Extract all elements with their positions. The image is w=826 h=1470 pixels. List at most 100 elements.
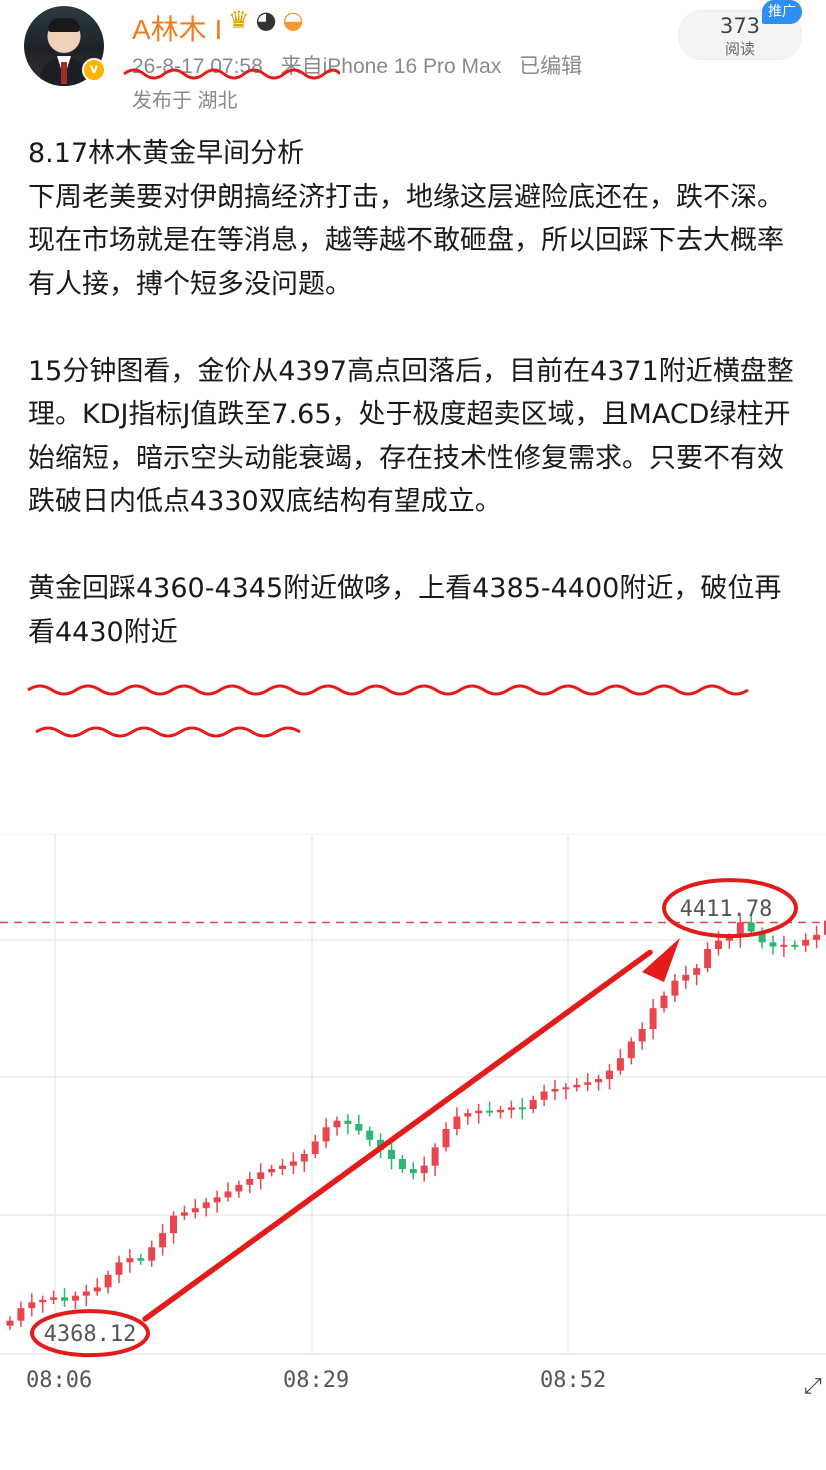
candle-body	[366, 1130, 374, 1140]
user-badges: ♛ ◕ ◒	[228, 6, 303, 34]
candle-body	[104, 1274, 112, 1288]
candle-body	[300, 1154, 308, 1162]
candle-body	[257, 1172, 265, 1179]
post-time: 26-8-17 07:58	[132, 55, 263, 78]
avatar-hair	[48, 18, 80, 32]
candle-body	[551, 1089, 559, 1092]
candle-body	[322, 1127, 330, 1142]
candle-body	[769, 942, 777, 947]
candle-body	[715, 940, 722, 949]
verified-badge-icon: v	[82, 58, 106, 82]
post-body: 8.17林木黄金早间分析 下周老美要对伊朗搞经济打击，地缘这层避险底还在，跌不深…	[28, 132, 808, 654]
candle-body	[71, 1295, 79, 1301]
candle-body	[115, 1262, 123, 1275]
candle-body	[28, 1302, 36, 1309]
candle-body	[573, 1084, 581, 1088]
candle-body	[682, 974, 690, 981]
candle-body	[39, 1299, 47, 1303]
panda-icon: ◕	[255, 6, 277, 34]
read-label: 阅读	[724, 40, 755, 58]
candle-body	[333, 1120, 341, 1128]
candle-body	[246, 1179, 254, 1185]
username-separator: I	[214, 14, 223, 45]
candle-body	[475, 1110, 483, 1114]
candle-body	[616, 1058, 624, 1071]
candle-body	[704, 949, 712, 969]
candle-body	[409, 1169, 417, 1174]
candle-body	[540, 1091, 548, 1100]
candle-body	[235, 1184, 243, 1192]
candle-body	[671, 980, 679, 996]
edited-label[interactable]: 已编辑	[519, 55, 582, 78]
candle-body	[137, 1258, 145, 1261]
post-paragraph-4: 黄金回踩4360-4345附近做哆，上看4385-4400附近，破位再看4430…	[28, 573, 782, 648]
candle-body	[442, 1129, 450, 1148]
candle-body	[649, 1008, 657, 1029]
post-source: 来自iPhone 16 Pro Max	[280, 55, 502, 78]
candle-body	[507, 1107, 515, 1110]
candle-body	[180, 1212, 188, 1216]
candle-body	[431, 1147, 439, 1166]
candlestick-chart[interactable]: 4368.12 4411.78	[0, 834, 826, 1414]
candle-body	[279, 1165, 286, 1169]
candle-body	[311, 1141, 319, 1154]
candle-body	[791, 944, 799, 947]
avatar-tie	[61, 62, 67, 84]
candle-body	[202, 1202, 210, 1209]
x-tick-label: 08:29	[283, 1368, 350, 1393]
candle-body	[398, 1159, 406, 1169]
fish-icon: ◒	[282, 6, 304, 34]
candle-body	[780, 944, 788, 947]
username[interactable]: A林木 I	[132, 8, 222, 48]
candle-body	[693, 968, 701, 975]
scribble-underline-trade-1	[27, 684, 749, 696]
candle-body	[355, 1124, 363, 1131]
x-tick-label: 08:06	[26, 1368, 93, 1393]
post-paragraph-1: 下周老美要对伊朗搞经济打击，地缘这层避险底还在，跌不深。	[28, 181, 784, 213]
candle-body	[802, 939, 810, 946]
candle-body	[453, 1116, 461, 1129]
candle-body	[638, 1029, 646, 1042]
post-paragraph-3: 15分钟图看，金价从4397高点回落后，目前在4371附近横盘整理。KDJ指标J…	[28, 355, 794, 518]
post-meta: 26-8-17 07:58 来自iPhone 16 Pro Max 已编辑	[132, 50, 594, 80]
high-price-label: 4411.78	[680, 897, 773, 922]
crown-icon: ♛	[228, 6, 250, 34]
username-text[interactable]: A林木	[132, 14, 207, 45]
candle-body	[6, 1320, 14, 1326]
candle-body	[420, 1165, 428, 1174]
candle-body	[660, 995, 668, 1009]
candle-body	[93, 1287, 101, 1292]
candle-body	[562, 1087, 570, 1090]
candle-body	[268, 1169, 276, 1173]
candle-body	[529, 1099, 537, 1109]
x-tick-label: 08:52	[540, 1368, 607, 1393]
candle-body	[486, 1110, 494, 1113]
candle-body	[388, 1149, 395, 1159]
candle-body	[213, 1197, 221, 1203]
candle-body	[126, 1258, 134, 1263]
candle-body	[50, 1297, 58, 1300]
promo-button[interactable]: 推广	[762, 0, 802, 24]
candle-body	[627, 1041, 635, 1059]
expand-icon[interactable]: ⤢	[804, 1374, 822, 1399]
candle-body	[148, 1247, 156, 1261]
candle-body	[595, 1079, 603, 1083]
candle-body	[82, 1291, 90, 1296]
candle-body	[747, 922, 755, 932]
scribble-underline-trade-2	[35, 726, 301, 738]
candle-body	[344, 1120, 352, 1124]
low-price-label: 4368.12	[44, 1322, 137, 1347]
candle-body	[289, 1161, 297, 1166]
candle-body	[17, 1308, 25, 1321]
candle-body	[584, 1082, 592, 1085]
candle-body	[191, 1208, 199, 1213]
candle-body	[159, 1233, 167, 1248]
post-location: 发布于 湖北	[132, 90, 238, 112]
candle-body	[464, 1113, 472, 1117]
post-title: 8.17林木黄金早间分析	[28, 138, 305, 169]
candle-body	[170, 1215, 177, 1234]
candle-body	[61, 1297, 68, 1301]
candle-body	[606, 1070, 613, 1079]
candle-body	[497, 1109, 504, 1113]
candle-body	[518, 1107, 526, 1110]
